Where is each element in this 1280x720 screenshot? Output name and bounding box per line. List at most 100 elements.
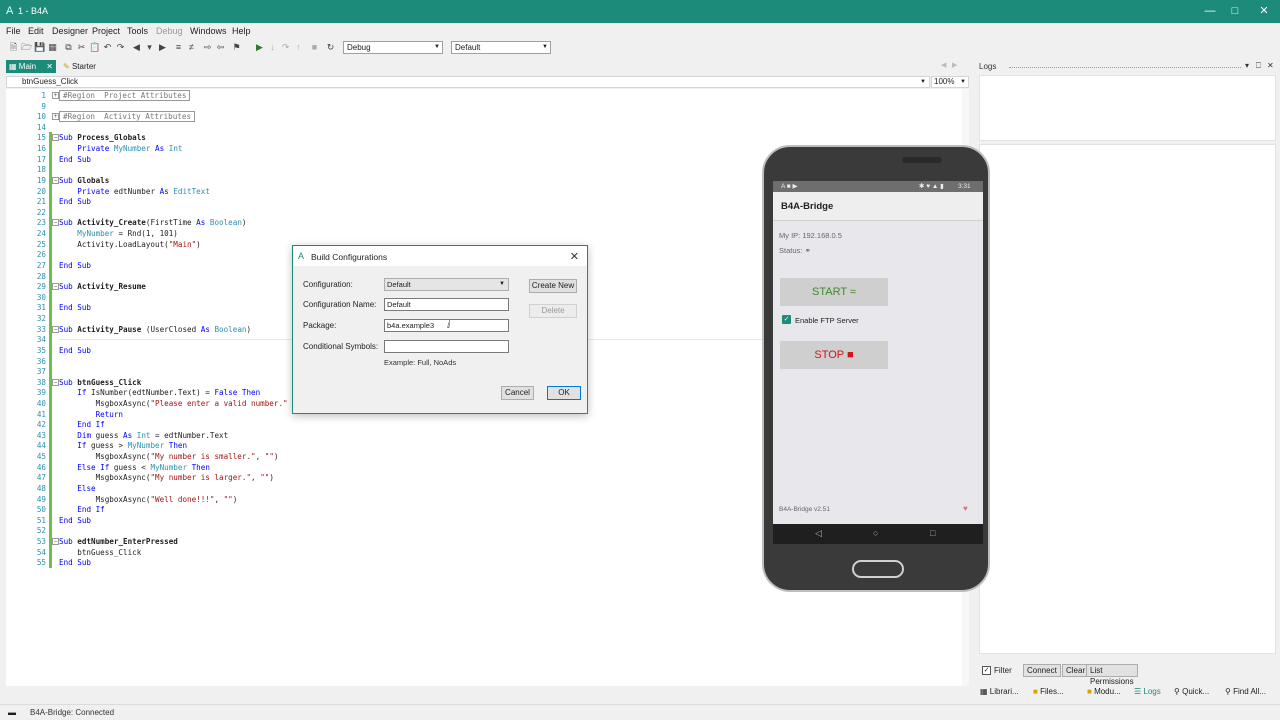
step-into-icon[interactable]: ↓	[267, 42, 278, 53]
connect-button[interactable]: Connect	[1023, 664, 1061, 677]
tab-main[interactable]: ▦ Main ✕	[6, 60, 56, 73]
code-line[interactable]: 1 + #Region Project Attributes	[6, 90, 956, 101]
collapse-region-icon[interactable]: −	[52, 219, 59, 227]
collapsed-region[interactable]: #Region Project Attributes	[59, 90, 191, 101]
line-number: 38	[36, 377, 46, 387]
tab-libraries[interactable]: ▦ Librari...	[980, 686, 1019, 698]
pin-icon[interactable]: ⎕	[1256, 61, 1261, 71]
step-out-icon[interactable]: ↑	[293, 42, 304, 53]
code-line[interactable]: 15− Sub Process_Globals	[6, 132, 956, 144]
outdent-icon[interactable]: ⇦	[215, 42, 226, 53]
new-file-icon[interactable]: 🗎	[8, 42, 19, 53]
menu-debug[interactable]: Debug	[156, 26, 183, 36]
close-tab-icon[interactable]: ✕	[46, 60, 53, 73]
change-marker	[49, 302, 52, 314]
code-line[interactable]: 9	[6, 101, 956, 112]
close-window-icon[interactable]: ✕	[1249, 3, 1279, 19]
collapse-region-icon[interactable]: −	[52, 325, 59, 333]
menu-file[interactable]: File	[6, 26, 21, 36]
collapse-region-icon[interactable]: −	[52, 134, 59, 142]
config-name-input[interactable]	[384, 298, 509, 311]
expand-region-icon[interactable]: +	[52, 92, 59, 99]
zoom-select[interactable]: 100% ▼	[931, 76, 969, 88]
code-token: "My number is larger."	[150, 473, 252, 483]
collapsed-region[interactable]: #Region Activity Attributes	[59, 111, 196, 123]
conditional-symbols-input[interactable]	[384, 340, 509, 353]
list-permissions-button[interactable]: List Permissions	[1086, 664, 1138, 686]
stop-button[interactable]: STOP ■	[780, 341, 888, 369]
close-panel-icon[interactable]: ✕	[1267, 61, 1274, 70]
run-icon[interactable]: ▶	[254, 42, 265, 53]
panel-dropdown-icon[interactable]: ▾	[1245, 61, 1249, 70]
collapse-region-icon[interactable]: −	[52, 176, 59, 184]
maximize-icon[interactable]: □	[1220, 3, 1250, 19]
menu-windows[interactable]: Windows	[190, 26, 227, 36]
method-selector[interactable]: btnGuess_Click ▼	[6, 76, 930, 88]
nav-back-tab-icon[interactable]: ◀	[941, 61, 946, 69]
save-all-icon[interactable]: ▦	[47, 42, 58, 53]
tab-find-all[interactable]: ⚲ Find All...	[1225, 686, 1266, 698]
uncomment-icon[interactable]: ≠	[186, 42, 197, 53]
collapse-region-icon[interactable]: −	[52, 283, 59, 291]
navigate-forward-icon[interactable]: ▶	[157, 42, 168, 53]
cancel-button[interactable]: Cancel	[501, 386, 534, 400]
tab-starter[interactable]: ✎ Starter	[60, 60, 120, 73]
navigate-dropdown-icon[interactable]: ▾	[144, 42, 155, 53]
delete-button[interactable]: Delete	[529, 304, 577, 318]
line-number: 41	[36, 409, 46, 419]
redo-icon[interactable]: ↷	[115, 42, 126, 53]
undo-icon[interactable]: ↶	[102, 42, 113, 53]
menu-tools[interactable]: Tools	[127, 26, 148, 36]
paste-icon[interactable]: 📋	[89, 42, 100, 53]
code-token: )	[241, 218, 247, 228]
step-over-icon[interactable]: ↷	[280, 42, 291, 53]
code-token: Sub	[59, 218, 78, 228]
start-button[interactable]: START ≈	[780, 278, 888, 306]
recents-icon[interactable]: □	[930, 528, 935, 538]
build-mode-select[interactable]: Debug ▼	[343, 41, 443, 54]
tab-modules[interactable]: ■ Modu...	[1087, 686, 1121, 698]
back-icon[interactable]: ◁	[815, 528, 822, 539]
code-token: MyNumber	[127, 441, 165, 451]
expand-region-icon[interactable]: +	[52, 113, 59, 121]
code-line[interactable]: 14	[6, 122, 956, 133]
logs-output[interactable]	[979, 144, 1276, 654]
indent-icon[interactable]: ⇨	[202, 42, 213, 53]
menu-designer[interactable]: Designer	[52, 26, 88, 36]
filter-checkbox[interactable]: ✓	[982, 666, 991, 675]
copy-icon[interactable]: ⧉	[63, 42, 74, 53]
collapse-region-icon[interactable]: −	[52, 538, 59, 546]
tab-files[interactable]: ■ Files...	[1033, 686, 1064, 698]
configuration-select[interactable]: Default ▼	[384, 278, 509, 291]
navigate-back-icon[interactable]: ◀	[131, 42, 142, 53]
tab-quick-search[interactable]: ⚲ Quick...	[1174, 686, 1209, 698]
create-new-button[interactable]: Create New	[529, 279, 577, 293]
tab-logs[interactable]: ☰ Logs	[1134, 686, 1161, 698]
home-circle-icon[interactable]: ○	[873, 528, 878, 538]
dialog-close-icon[interactable]: ✕	[570, 250, 579, 263]
toggle-bookmark-icon[interactable]: ⚑	[231, 42, 242, 53]
open-folder-icon[interactable]: 🗁	[21, 42, 32, 53]
build-config-select[interactable]: Default ▼	[451, 41, 551, 54]
menu-help[interactable]: Help	[232, 26, 251, 36]
code-line[interactable]: 10 + #Region Activity Attributes	[6, 111, 956, 123]
ftp-checkbox[interactable]: ✓	[782, 315, 791, 324]
cut-icon[interactable]: ✂	[76, 42, 87, 53]
line-number: 45	[36, 452, 46, 462]
comment-icon[interactable]: ≡	[173, 42, 184, 53]
code-text: End Sub	[59, 260, 91, 271]
nav-forward-tab-icon[interactable]: ▶	[952, 61, 957, 69]
horizontal-scrollbar[interactable]	[0, 689, 963, 697]
stop-debug-icon[interactable]: ■	[309, 42, 320, 53]
menu-edit[interactable]: Edit	[28, 26, 44, 36]
save-icon[interactable]: 💾	[34, 42, 45, 53]
code-token: Process_Globals	[77, 133, 146, 143]
line-number: 49	[36, 494, 46, 504]
restart-icon[interactable]: ↻	[325, 42, 336, 53]
line-number: 30	[36, 292, 46, 302]
ok-button[interactable]: OK	[547, 386, 581, 400]
collapse-region-icon[interactable]: −	[52, 378, 59, 386]
line-number: 23	[36, 218, 46, 228]
menu-project[interactable]: Project	[92, 26, 120, 36]
